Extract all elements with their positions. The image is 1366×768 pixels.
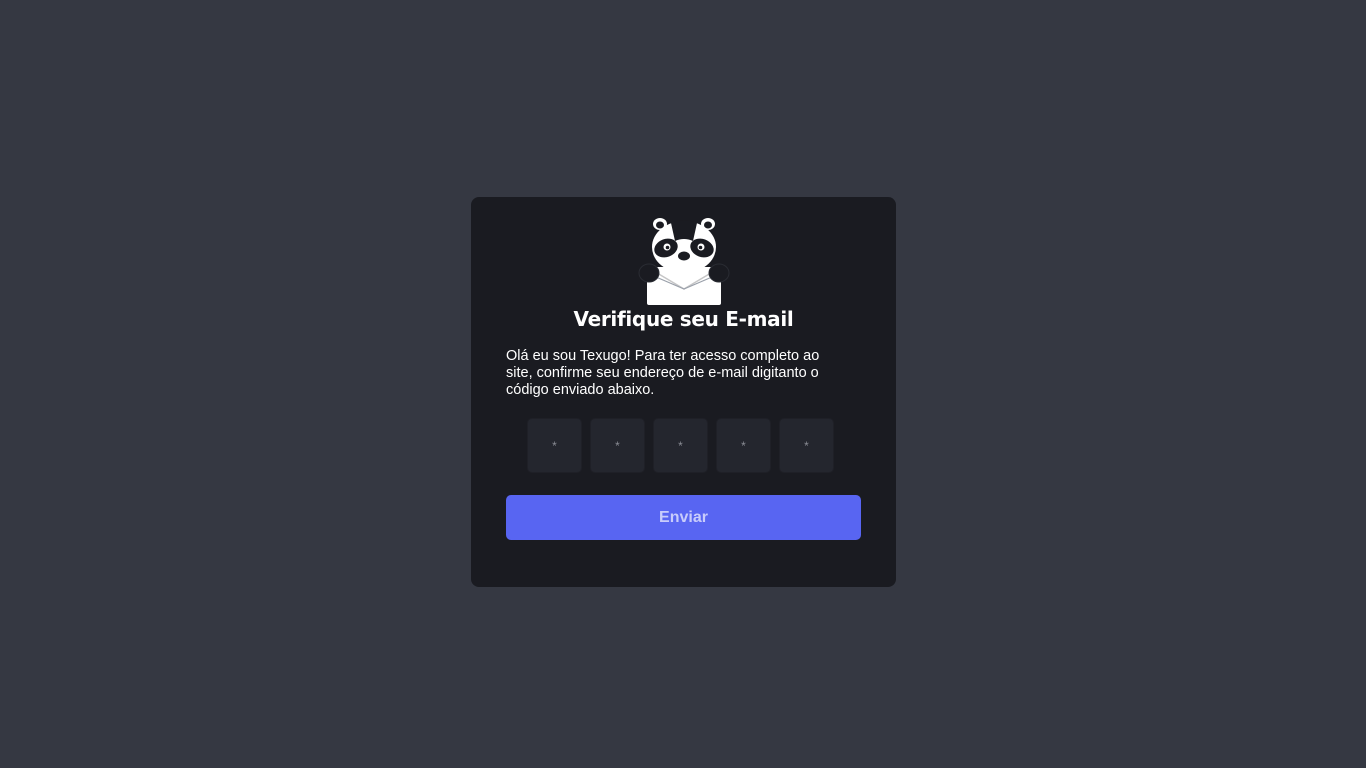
submit-button[interactable]: Enviar [506,495,861,540]
badger-mascot-icon [638,218,730,305]
verification-card: Verifique seu E-mail Olá eu sou Texugo! … [471,197,896,587]
code-digit-2-input[interactable] [590,418,645,473]
code-digit-1-input[interactable] [527,418,582,473]
code-digit-4-input[interactable] [716,418,771,473]
code-input-group [527,418,834,473]
code-digit-3-input[interactable] [653,418,708,473]
page-title: Verifique seu E-mail [573,307,794,331]
verification-description: Olá eu sou Texugo! Para ter acesso compl… [506,348,820,398]
code-digit-5-input[interactable] [779,418,834,473]
